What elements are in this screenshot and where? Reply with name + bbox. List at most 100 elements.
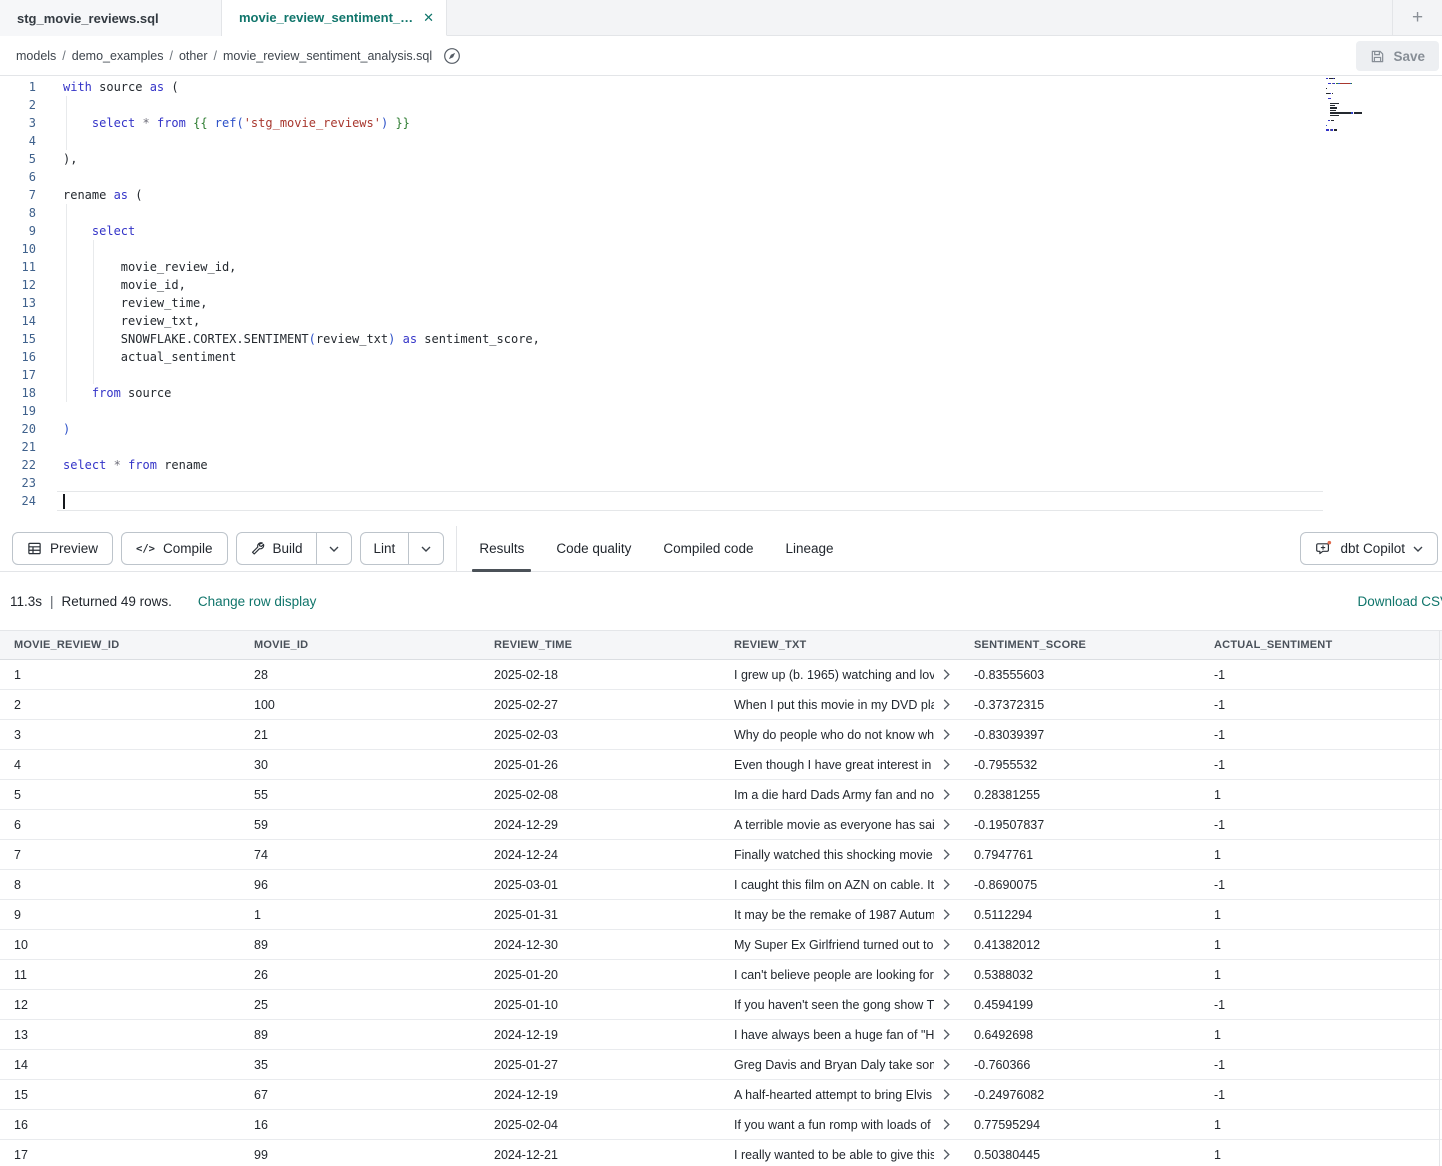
save-button[interactable]: Save <box>1356 41 1439 71</box>
minimap-line <box>1326 88 1327 89</box>
code-line[interactable]: movie_id, <box>57 276 1323 294</box>
cell-movie_review_id: 1 <box>0 668 240 682</box>
table-row: 1282025-02-18I grew up (b. 1965) watchin… <box>0 660 1442 690</box>
code-line[interactable] <box>57 240 1323 258</box>
breadcrumb-part-demo-examples[interactable]: demo_examples <box>72 49 164 63</box>
review-text: A half-hearted attempt to bring Elvis P… <box>734 1088 934 1102</box>
table-row: 12252025-01-10If you haven't seen the go… <box>0 990 1442 1020</box>
panel-tab-code-quality[interactable]: Code quality <box>540 526 647 572</box>
code-line[interactable] <box>57 402 1323 420</box>
expand-cell-icon[interactable] <box>943 939 950 950</box>
expand-cell-icon[interactable] <box>943 999 950 1010</box>
code-line[interactable] <box>57 474 1323 492</box>
compass-icon[interactable] <box>442 46 462 66</box>
table-row: 912025-01-31It may be the remake of 1987… <box>0 900 1442 930</box>
cell-movie_id: 35 <box>240 1058 480 1072</box>
line-number: 15 <box>0 330 36 348</box>
expand-cell-icon[interactable] <box>943 1149 950 1160</box>
build-dropdown-button[interactable] <box>316 533 351 564</box>
cell-review_txt: My Super Ex Girlfriend turned out to b… <box>720 938 960 952</box>
panel-tab-lineage[interactable]: Lineage <box>769 526 849 572</box>
code-line[interactable]: ) <box>57 420 1323 438</box>
expand-cell-icon[interactable] <box>943 1089 950 1100</box>
code-line[interactable] <box>57 96 1323 114</box>
table-row: 10892024-12-30My Super Ex Girlfriend tur… <box>0 930 1442 960</box>
expand-cell-icon[interactable] <box>943 699 950 710</box>
expand-cell-icon[interactable] <box>943 729 950 740</box>
code-line[interactable]: with source as ( <box>57 78 1323 96</box>
expand-cell-icon[interactable] <box>943 849 950 860</box>
code-line[interactable]: select * from {{ ref('stg_movie_reviews'… <box>57 114 1323 132</box>
code-line[interactable]: SNOWFLAKE.CORTEX.SENTIMENT(review_txt) a… <box>57 330 1323 348</box>
cell-actual_sentiment: 1 <box>1200 938 1440 952</box>
code-line[interactable] <box>57 132 1323 150</box>
cell-movie_review_id: 2 <box>0 698 240 712</box>
cell-movie_review_id: 4 <box>0 758 240 772</box>
cell-movie_review_id: 7 <box>0 848 240 862</box>
code-line[interactable]: select * from rename <box>57 456 1323 474</box>
expand-cell-icon[interactable] <box>943 819 950 830</box>
cell-movie_review_id: 10 <box>0 938 240 952</box>
table-row: 15672024-12-19A half-hearted attempt to … <box>0 1080 1442 1110</box>
code-line[interactable]: movie_review_id, <box>57 258 1323 276</box>
new-tab-button[interactable]: + <box>1392 0 1442 35</box>
tab-movie-review-sentiment[interactable]: movie_review_sentiment_… ✕ <box>222 0 447 36</box>
cell-review_time: 2025-02-04 <box>480 1118 720 1132</box>
breadcrumb-separator: / <box>170 49 173 63</box>
code-line[interactable]: review_txt, <box>57 312 1323 330</box>
toolbar: Preview </> Compile Build Lint ResultsCo… <box>0 526 1442 572</box>
cell-movie_id: 89 <box>240 938 480 952</box>
column-header-movie_id: MOVIE_ID <box>240 639 480 651</box>
cell-sentiment_score: 0.77595294 <box>960 1118 1200 1132</box>
minimap-line <box>1340 83 1350 84</box>
expand-cell-icon[interactable] <box>943 1029 950 1040</box>
minimap-line <box>1330 115 1339 116</box>
breadcrumb-part-models[interactable]: models <box>16 49 56 63</box>
lint-button[interactable]: Lint <box>361 533 409 564</box>
code-line[interactable]: actual_sentiment <box>57 348 1323 366</box>
table-row: 17992024-12-21I really wanted to be able… <box>0 1140 1442 1166</box>
expand-cell-icon[interactable] <box>943 789 950 800</box>
code-line[interactable] <box>57 492 1323 510</box>
code-line[interactable] <box>57 204 1323 222</box>
change-row-display-link[interactable]: Change row display <box>198 594 317 609</box>
expand-cell-icon[interactable] <box>943 759 950 770</box>
cell-review_txt: I caught this film on AZN on cable. It s… <box>720 878 960 892</box>
code-line[interactable] <box>57 366 1323 384</box>
code-line[interactable]: review_time, <box>57 294 1323 312</box>
code-line[interactable] <box>57 168 1323 186</box>
expand-cell-icon[interactable] <box>943 1059 950 1070</box>
minimap-line <box>1330 105 1335 106</box>
dbt-copilot-button[interactable]: dbt Copilot <box>1300 532 1438 565</box>
lint-dropdown-button[interactable] <box>408 533 443 564</box>
cell-actual_sentiment: -1 <box>1200 758 1440 772</box>
code-line[interactable]: from source <box>57 384 1323 402</box>
tab-stg-movie-reviews[interactable]: stg_movie_reviews.sql <box>0 0 222 36</box>
code-line[interactable] <box>57 438 1323 456</box>
code-line[interactable]: rename as ( <box>57 186 1323 204</box>
download-csv-link[interactable]: Download CSV <box>1357 594 1442 609</box>
build-button[interactable]: Build <box>237 533 316 564</box>
tab-label: movie_review_sentiment_… <box>239 10 413 25</box>
cell-sentiment_score: 0.28381255 <box>960 788 1200 802</box>
panel-tab-results[interactable]: Results <box>463 526 540 572</box>
expand-cell-icon[interactable] <box>943 909 950 920</box>
expand-cell-icon[interactable] <box>943 969 950 980</box>
cell-actual_sentiment: 1 <box>1200 1148 1440 1162</box>
preview-button[interactable]: Preview <box>12 532 113 565</box>
breadcrumb-part-other[interactable]: other <box>179 49 208 63</box>
cell-review_time: 2024-12-29 <box>480 818 720 832</box>
panel-tab-compiled-code[interactable]: Compiled code <box>647 526 769 572</box>
expand-cell-icon[interactable] <box>943 1119 950 1130</box>
expand-cell-icon[interactable] <box>943 669 950 680</box>
close-tab-icon[interactable]: ✕ <box>413 10 434 26</box>
code-line[interactable]: ), <box>57 150 1323 168</box>
expand-cell-icon[interactable] <box>943 879 950 890</box>
minimap-line <box>1334 78 1335 79</box>
code-line[interactable]: select <box>57 222 1323 240</box>
code-editor[interactable]: 123456789101112131415161718192021222324 … <box>0 76 1442 526</box>
minimap-line <box>1331 120 1334 121</box>
breadcrumb-separator: / <box>213 49 216 63</box>
compile-button[interactable]: </> Compile <box>121 532 228 565</box>
minimap[interactable] <box>1326 78 1414 140</box>
